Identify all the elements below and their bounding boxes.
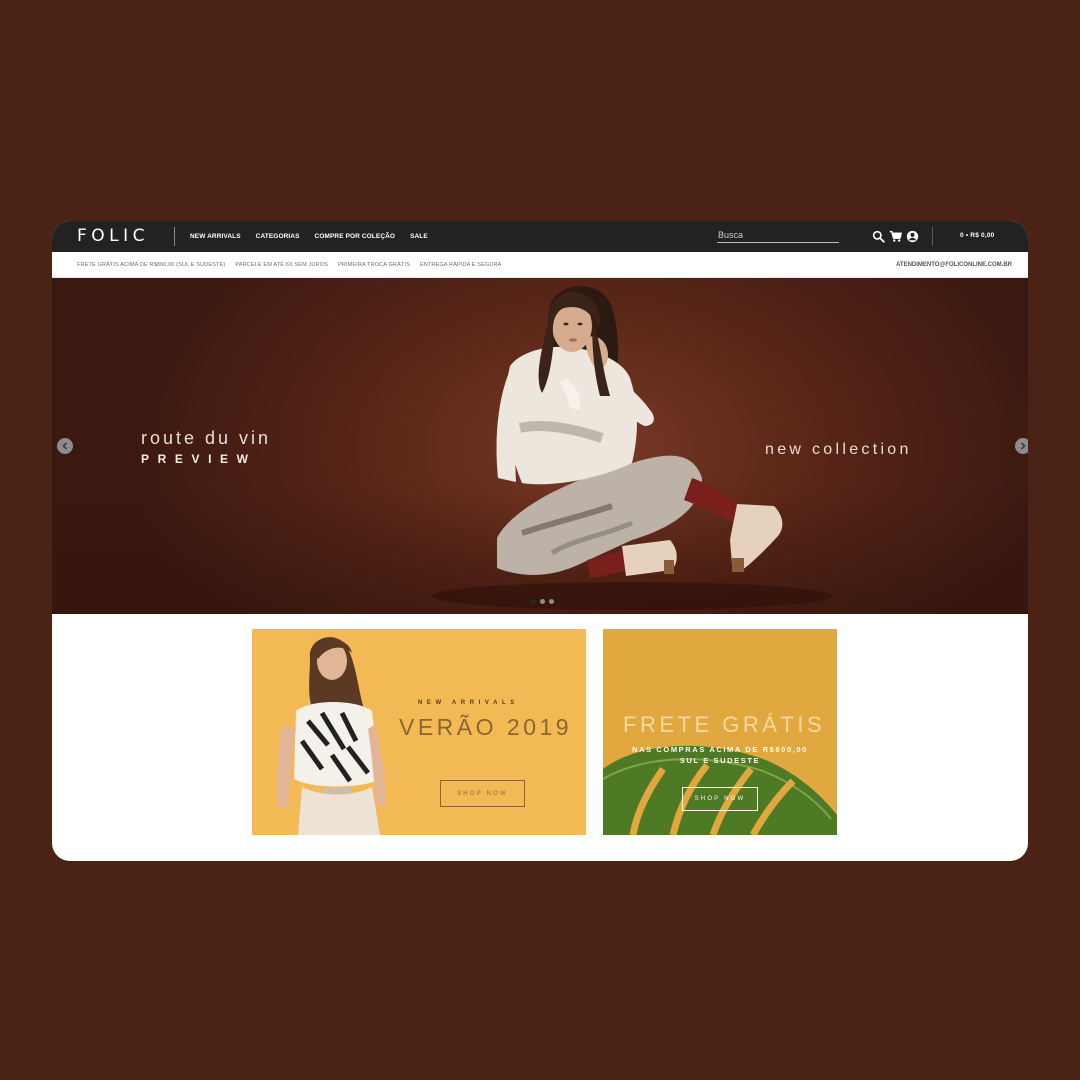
promo2-subtitle: NAS COMPRAS ACIMA DE R$800,00 SUL E SUDE… (603, 744, 837, 766)
cart-total[interactable]: 0 • R$ 0,00 (960, 232, 994, 239)
slider-dot-1[interactable] (531, 599, 536, 604)
hero-subtitle: PREVIEW (141, 452, 257, 466)
hero-title: route du vin (141, 428, 272, 448)
promo-banner-verao[interactable]: NEW ARRIVALS VERÃO 2019 SHOP NOW (252, 629, 586, 835)
slider-next-button[interactable] (1015, 438, 1028, 454)
promo1-title: VERÃO 2019 (399, 714, 573, 740)
hero-text-left: route du vin PREVIEW (141, 428, 271, 468)
promo2-subtitle-line1: NAS COMPRAS ACIMA DE R$800,00 (632, 745, 808, 754)
info-entrega: ENTREGA RÁPIDA E SEGURA (419, 262, 502, 268)
info-troca: PRIMEIRA TROCA GRÁTIS (337, 262, 410, 268)
hero-tagline: new collection (765, 441, 912, 458)
top-nav-bar: FOLIC NEW ARRIVALS CATEGORIAS COMPRE POR… (52, 221, 1028, 252)
slider-dot-2[interactable] (540, 599, 545, 604)
promo2-subtitle-line2: SUL E SUDESTE (679, 756, 761, 765)
header-divider (932, 227, 933, 246)
search-icon[interactable] (872, 230, 885, 243)
promo1-shop-now-button[interactable]: SHOP NOW (440, 780, 525, 807)
nav-new-arrivals[interactable]: NEW ARRIVALS (190, 233, 241, 240)
promo2-title: FRETE GRÁTIS (623, 712, 826, 737)
contact-email-link[interactable]: ATENDIMENTO@FOLICONLINE.COM.BR (896, 252, 1012, 278)
cart-icon[interactable] (889, 230, 902, 243)
promo2-shop-now-button[interactable]: SHOP NOW (682, 787, 758, 811)
promo-banner-frete[interactable]: FRETE GRÁTIS NAS COMPRAS ACIMA DE R$800,… (603, 629, 837, 835)
promo-model-photo (277, 637, 386, 835)
nav-compre-por-colecao[interactable]: COMPRE POR COLEÇÃO (315, 233, 396, 240)
header-icons (872, 230, 919, 243)
chevron-left-icon (62, 442, 68, 450)
promo1-kicker: NEW ARRIVALS (418, 700, 519, 706)
slider-prev-button[interactable] (57, 438, 73, 454)
slider-dot-3[interactable] (549, 599, 554, 604)
info-parcele: PARCELE EM ATÉ 6X SEM JUROS (235, 262, 328, 268)
search-input[interactable] (717, 228, 839, 243)
logo-divider (174, 227, 175, 246)
browser-frame: FOLIC NEW ARRIVALS CATEGORIAS COMPRE POR… (52, 221, 1028, 861)
main-nav: NEW ARRIVALS CATEGORIAS COMPRE POR COLEÇ… (190, 221, 428, 252)
slider-dots (531, 599, 554, 604)
info-frete: FRETE GRÁTIS ACIMA DE R$800,00 (Sul e Su… (77, 262, 226, 268)
info-items: FRETE GRÁTIS ACIMA DE R$800,00 (Sul e Su… (77, 252, 501, 278)
chevron-right-icon (1020, 442, 1026, 450)
nav-sale[interactable]: SALE (410, 233, 428, 240)
user-icon[interactable] (906, 230, 919, 243)
logo[interactable]: FOLIC (77, 228, 149, 245)
nav-categorias[interactable]: CATEGORIAS (256, 233, 300, 240)
info-bar: FRETE GRÁTIS ACIMA DE R$800,00 (Sul e Su… (52, 252, 1028, 278)
hero-slider[interactable]: route du vin PREVIEW new collection (52, 278, 1028, 614)
